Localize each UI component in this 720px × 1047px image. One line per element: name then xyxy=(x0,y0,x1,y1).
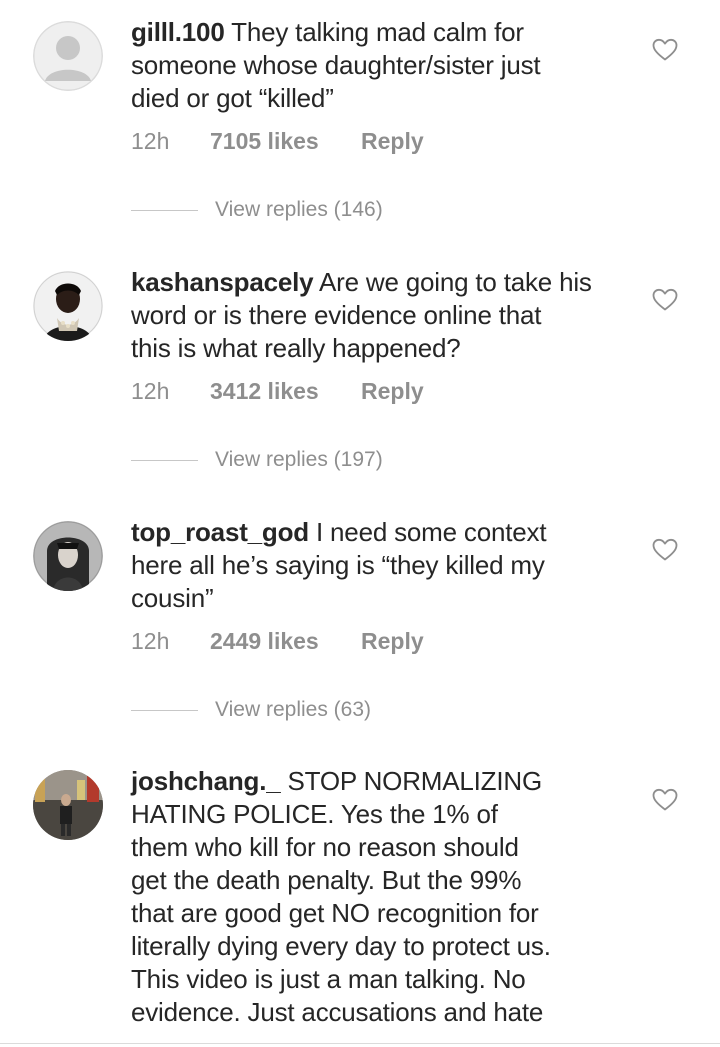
comment-username[interactable]: kashanspacely xyxy=(131,267,314,297)
comment-text: joshchang._ STOP NORMALIZING HATING POLI… xyxy=(131,765,631,1029)
comment-likes[interactable]: 2449 likes xyxy=(210,626,319,656)
comment-body: I need some context xyxy=(316,517,547,547)
comment-line: cousin” xyxy=(131,583,214,613)
heart-outline-icon[interactable] xyxy=(652,538,678,562)
comment-line: This video is just a man talking. No xyxy=(131,964,526,994)
avatar[interactable] xyxy=(33,271,103,341)
reply-button[interactable]: Reply xyxy=(361,126,424,156)
reply-button[interactable]: Reply xyxy=(361,626,424,656)
comment-timestamp: 12h xyxy=(131,628,170,654)
comment-timestamp: 12h xyxy=(131,378,170,404)
replies-divider xyxy=(131,710,198,711)
reply-button[interactable]: Reply xyxy=(361,376,424,406)
comment-line: get the death penalty. But the 99% xyxy=(131,865,522,895)
view-replies-label[interactable]: View replies (63) xyxy=(215,695,371,725)
comment-likes[interactable]: 7105 likes xyxy=(210,126,319,156)
avatar[interactable] xyxy=(33,521,103,591)
comment-text: gilll.100 They talking mad calm for some… xyxy=(131,16,631,115)
comment-line: died or got “killed” xyxy=(131,83,334,113)
comment-line: this is what really happened? xyxy=(131,333,461,363)
bottom-divider xyxy=(0,1043,720,1044)
replies-divider xyxy=(131,460,198,461)
comment-line: someone whose daughter/sister just xyxy=(131,50,541,80)
comment-username[interactable]: top_roast_god xyxy=(131,517,309,547)
comment-body: They talking mad calm for xyxy=(231,17,524,47)
avatar[interactable] xyxy=(33,770,103,840)
view-replies-label[interactable]: View replies (146) xyxy=(215,195,383,225)
heart-outline-icon[interactable] xyxy=(652,788,678,812)
comment-line: here all he’s saying is “they killed my xyxy=(131,550,545,580)
comment-line: HATING POLICE. Yes the 1% of xyxy=(131,799,498,829)
replies-divider xyxy=(131,210,198,211)
comment-line: that are good get NO recognition for xyxy=(131,898,539,928)
comment-text: kashanspacely Are we going to take his w… xyxy=(131,266,631,365)
comment-likes[interactable]: 3412 likes xyxy=(210,376,319,406)
comment-line: word or is there evidence online that xyxy=(131,300,542,330)
comment-line: them who kill for no reason should xyxy=(131,832,519,862)
comment-body: Are we going to take his xyxy=(319,267,592,297)
comment-username[interactable]: joshchang._ xyxy=(131,766,281,796)
comment-body: STOP NORMALIZING xyxy=(287,766,543,796)
heart-outline-icon[interactable] xyxy=(652,288,678,312)
comment-line: evidence. Just accusations and hate xyxy=(131,997,544,1027)
avatar[interactable] xyxy=(33,21,103,91)
heart-outline-icon[interactable] xyxy=(652,38,678,62)
comment-timestamp: 12h xyxy=(131,128,170,154)
comment-text: top_roast_god I need some context here a… xyxy=(131,516,631,615)
view-replies-label[interactable]: View replies (197) xyxy=(215,445,383,475)
comment-username[interactable]: gilll.100 xyxy=(131,17,225,47)
comment-line: literally dying every day to protect us. xyxy=(131,931,551,961)
